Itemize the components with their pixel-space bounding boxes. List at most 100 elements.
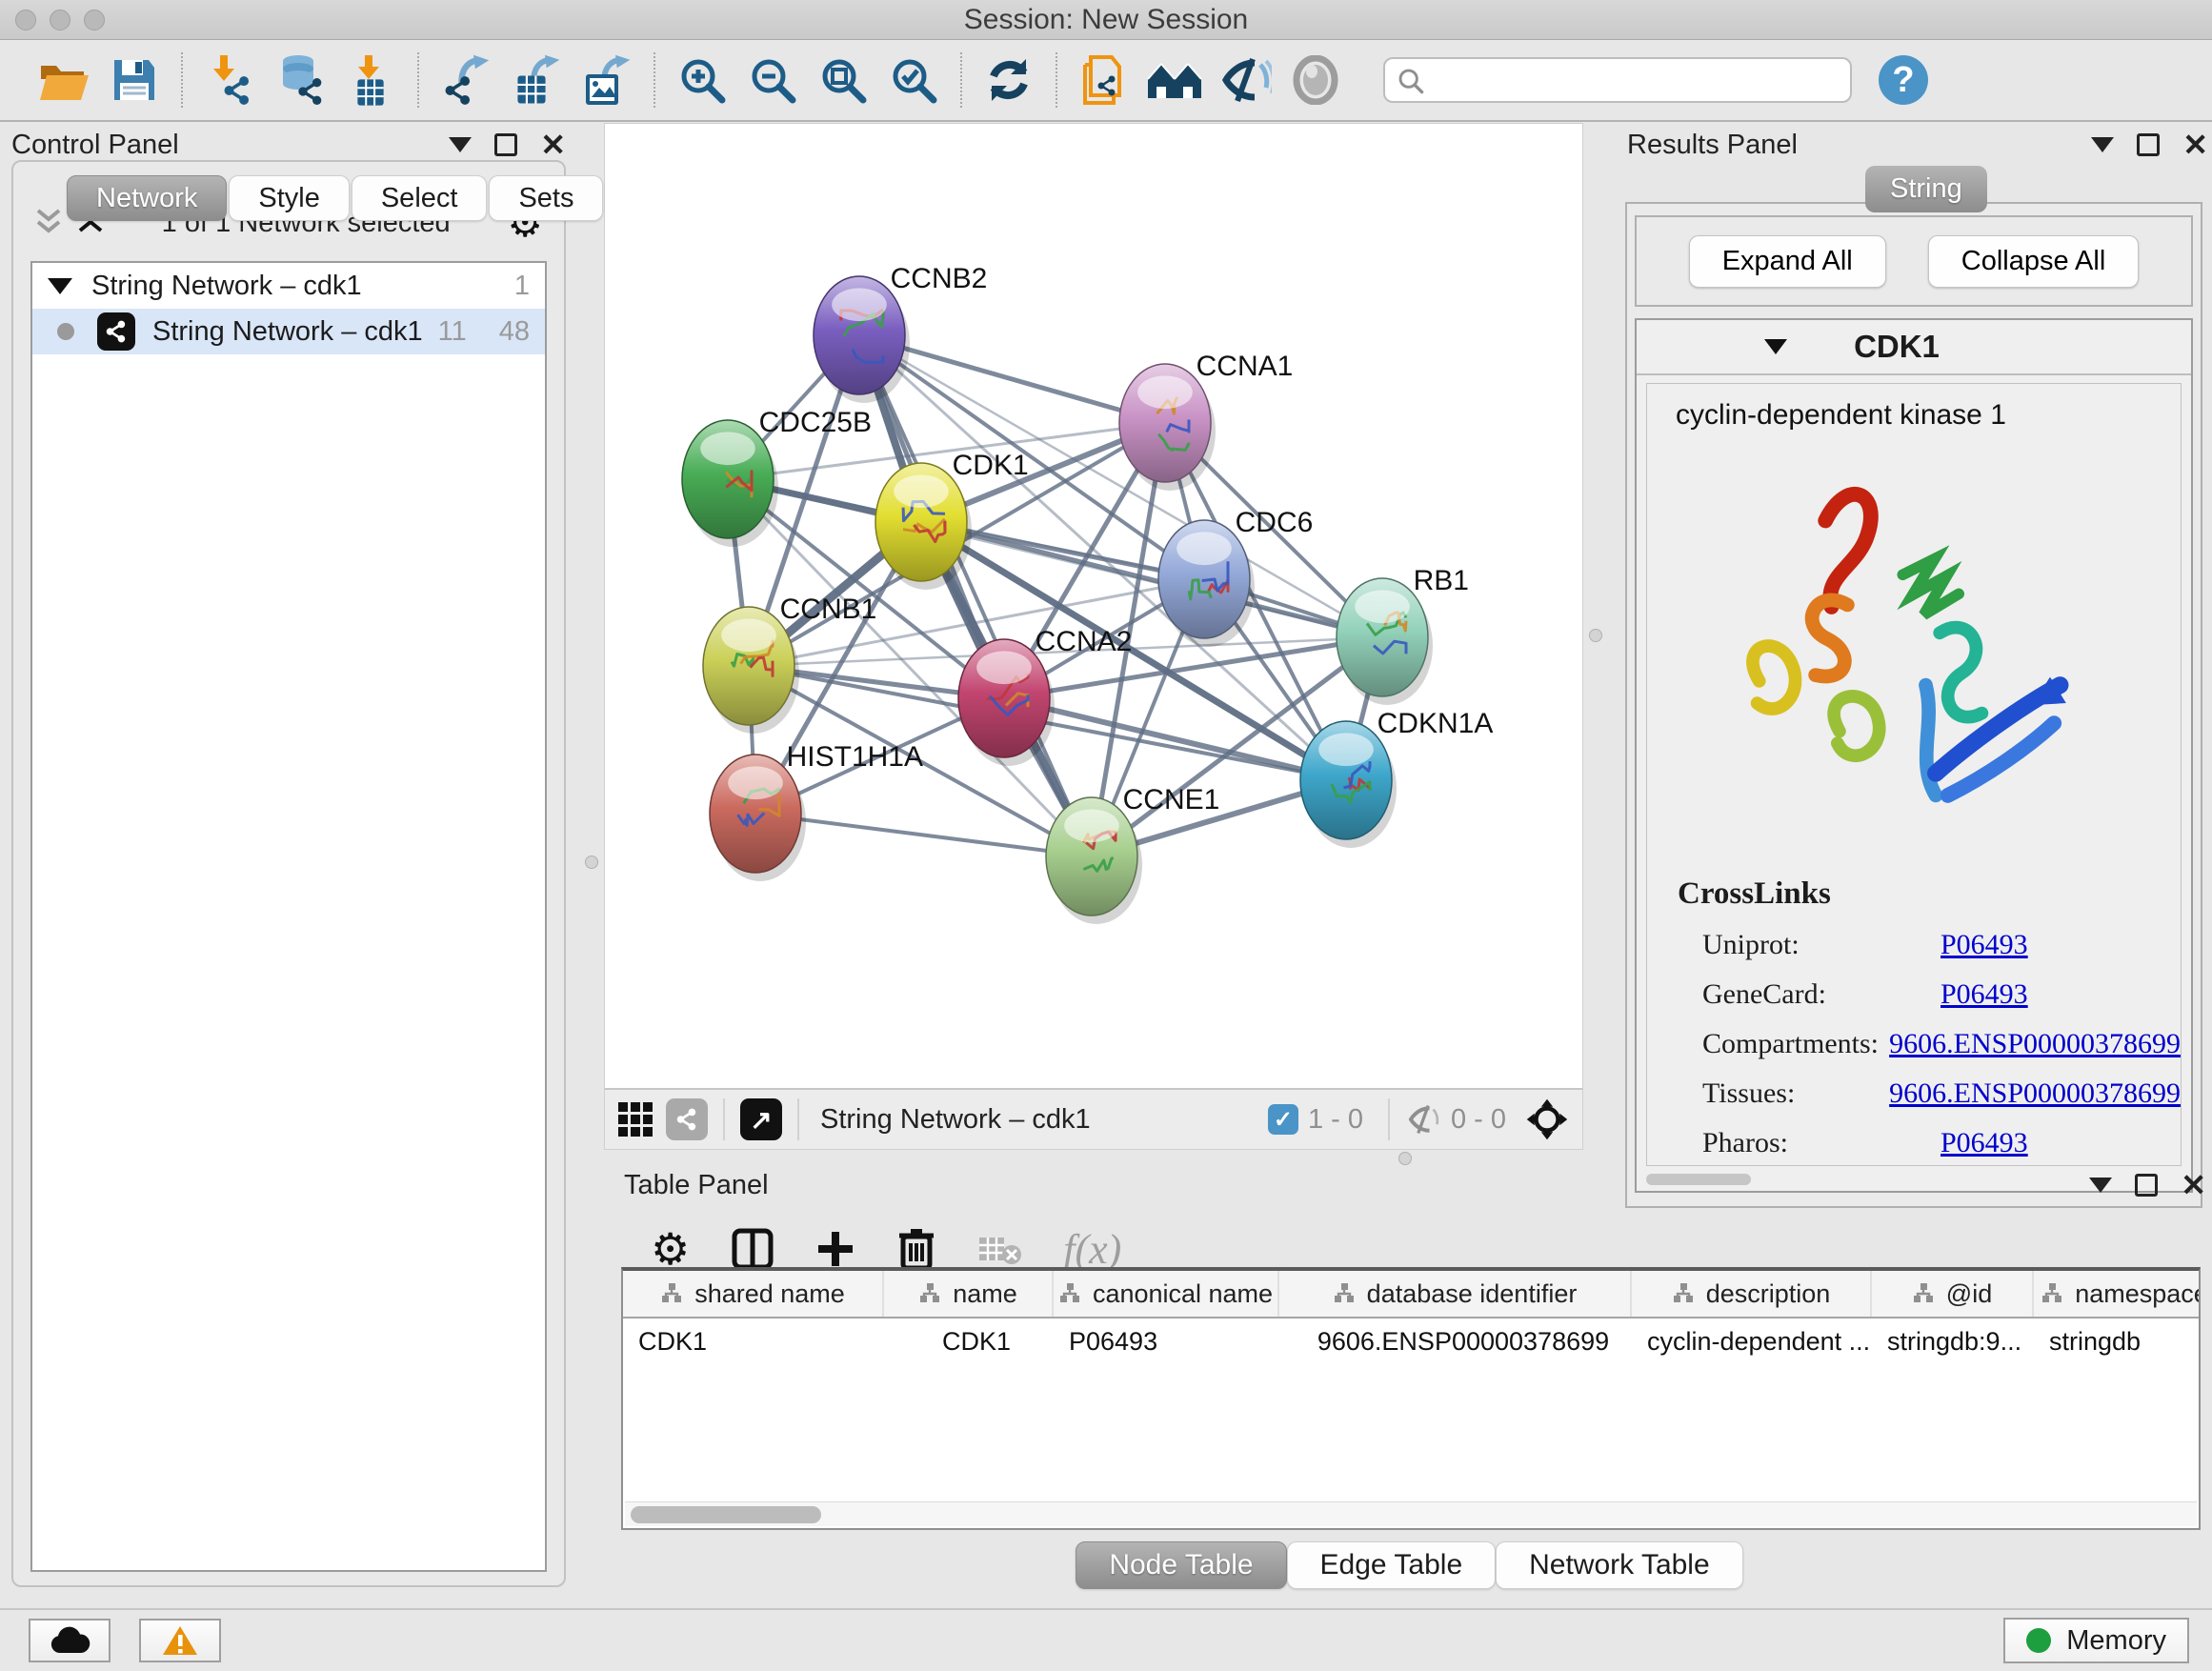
- search-input[interactable]: [1383, 57, 1852, 103]
- column-header-database-identifier[interactable]: database identifier: [1279, 1271, 1632, 1317]
- warning-status-button[interactable]: [139, 1619, 221, 1662]
- column-header-canonical-name[interactable]: canonical name: [1054, 1271, 1279, 1317]
- node-label: CCNB1: [780, 594, 877, 625]
- tree-expander-icon[interactable]: [48, 278, 72, 294]
- delete-column-icon[interactable]: [897, 1227, 935, 1271]
- crosslink-tissues-link[interactable]: 9606.ENSP00000378699: [1889, 1077, 2181, 1110]
- save-session-button[interactable]: [104, 50, 165, 111]
- tab-string[interactable]: String: [1865, 166, 1987, 212]
- cell-database-identifier[interactable]: 9606.ENSP00000378699: [1279, 1327, 1632, 1357]
- splitter-handle[interactable]: [1589, 629, 1602, 642]
- table-horizontal-scrollbar[interactable]: [625, 1501, 2197, 1526]
- tab-style[interactable]: Style: [229, 175, 349, 221]
- cell-shared-name[interactable]: CDK1: [623, 1327, 884, 1357]
- panel-menu-icon[interactable]: [449, 137, 472, 152]
- crosslink-pharos-link[interactable]: P06493: [1941, 1127, 2028, 1159]
- tab-network[interactable]: Network: [67, 175, 227, 221]
- open-session-button[interactable]: [33, 50, 94, 111]
- network-node[interactable]: CCNA2: [958, 626, 1132, 766]
- network-overview-icon[interactable]: [666, 1098, 708, 1140]
- grid-view-icon[interactable]: [618, 1102, 653, 1137]
- column-header-id[interactable]: @id: [1872, 1271, 2034, 1317]
- float-panel-icon[interactable]: [2135, 1174, 2158, 1197]
- import-network-from-file-button[interactable]: [199, 50, 260, 111]
- zoom-selected-button[interactable]: [883, 50, 944, 111]
- zoom-fit-button[interactable]: [813, 50, 874, 111]
- toolbar-separator: [960, 52, 962, 108]
- table-row[interactable]: CDK1 CDK1 P06493 9606.ENSP00000378699 cy…: [623, 1319, 2199, 1364]
- add-column-icon[interactable]: [815, 1229, 855, 1269]
- help-button[interactable]: ?: [1879, 55, 1928, 105]
- column-header-namespace[interactable]: namespace: [2034, 1271, 2201, 1317]
- tab-select[interactable]: Select: [352, 175, 488, 221]
- cell-canonical-name[interactable]: P06493: [1054, 1327, 1279, 1357]
- network-canvas[interactable]: CCNB2 CCNA1 CDC25BCDK1 CDC6RB1 CCNB1 CCNA2 CDK…: [605, 124, 1584, 1088]
- network-node[interactable]: CDK1: [875, 450, 1029, 590]
- import-network-from-database-button[interactable]: [270, 50, 331, 111]
- tab-sets[interactable]: Sets: [489, 175, 603, 221]
- show-columns-icon[interactable]: [732, 1228, 774, 1270]
- float-panel-icon[interactable]: [494, 133, 517, 156]
- expand-all-button[interactable]: Expand All: [1689, 235, 1886, 288]
- highlight-button[interactable]: [1285, 50, 1346, 111]
- hidden-eye-icon[interactable]: [1405, 1103, 1441, 1136]
- export-network-button[interactable]: [435, 50, 496, 111]
- close-panel-icon[interactable]: ✕: [2181, 1170, 2206, 1200]
- collapse-all-icon[interactable]: [34, 207, 63, 239]
- column-header-shared-name[interactable]: shared name: [623, 1271, 884, 1317]
- cell-id[interactable]: stringdb:9...: [1872, 1327, 2034, 1357]
- tab-edge-table[interactable]: Edge Table: [1287, 1541, 1497, 1589]
- import-table-from-file-button[interactable]: [340, 50, 401, 111]
- network-node[interactable]: CCNA1: [1119, 351, 1293, 491]
- cell-description[interactable]: cyclin-dependent ...: [1632, 1327, 1872, 1357]
- network-node[interactable]: HIST1H1A: [710, 741, 923, 881]
- network-node[interactable]: CDC6: [1158, 507, 1313, 647]
- scrollbar-thumb[interactable]: [631, 1506, 821, 1523]
- network-node[interactable]: CCNB1: [703, 594, 876, 734]
- crosslink-genecard-link[interactable]: P06493: [1941, 978, 2028, 1011]
- cell-name[interactable]: CDK1: [884, 1327, 1054, 1357]
- network-node[interactable]: RB1: [1337, 565, 1469, 705]
- node-label: CDC25B: [759, 407, 872, 438]
- collapse-entry-icon[interactable]: [1764, 339, 1787, 354]
- splitter-handle[interactable]: [585, 856, 598, 869]
- close-panel-icon[interactable]: ✕: [2182, 130, 2208, 160]
- column-header-description[interactable]: description: [1632, 1271, 1872, 1317]
- tab-network-table[interactable]: Network Table: [1496, 1541, 1743, 1589]
- column-header-name[interactable]: name: [884, 1271, 1054, 1317]
- copy-network-button[interactable]: [1074, 50, 1135, 111]
- refresh-button[interactable]: [978, 50, 1039, 111]
- tab-node-table[interactable]: Node Table: [1076, 1541, 1286, 1589]
- crosslink-compartments-link[interactable]: 9606.ENSP00000378699: [1889, 1028, 2181, 1060]
- show-hide-button[interactable]: [1215, 50, 1276, 111]
- selected-checkbox-icon[interactable]: ✓: [1268, 1104, 1298, 1135]
- node-result-header[interactable]: CDK1: [1637, 320, 2191, 375]
- network-edge[interactable]: [859, 335, 1092, 856]
- panel-menu-icon[interactable]: [2089, 1178, 2112, 1193]
- birds-eye-icon[interactable]: [1525, 1097, 1569, 1141]
- collapse-all-button[interactable]: Collapse All: [1928, 235, 2140, 288]
- network-collection-row[interactable]: String Network – cdk1 1: [32, 263, 545, 309]
- crosslink-uniprot-link[interactable]: P06493: [1941, 929, 2028, 961]
- network-node[interactable]: CCNB2: [814, 263, 987, 403]
- column-type-icon: [1333, 1282, 1356, 1305]
- export-image-button[interactable]: [576, 50, 637, 111]
- zoom-out-button[interactable]: [742, 50, 803, 111]
- memory-button[interactable]: Memory: [2003, 1618, 2189, 1663]
- export-table-button[interactable]: [506, 50, 567, 111]
- cell-namespace[interactable]: stringdb: [2034, 1327, 2201, 1357]
- table-settings-gear-icon[interactable]: ⚙: [651, 1227, 690, 1271]
- search-icon: [1397, 67, 1425, 95]
- first-neighbors-button[interactable]: [1144, 50, 1205, 111]
- close-panel-icon[interactable]: ✕: [540, 130, 566, 160]
- cloud-status-button[interactable]: [29, 1619, 111, 1662]
- network-node[interactable]: CDC25B: [682, 407, 872, 547]
- splitter-handle[interactable]: [1398, 1152, 1412, 1165]
- network-row-selected[interactable]: String Network – cdk1 11 48: [32, 309, 545, 354]
- zoom-in-button[interactable]: [672, 50, 733, 111]
- detach-view-icon[interactable]: ↗: [740, 1098, 782, 1140]
- float-panel-icon[interactable]: [2137, 133, 2160, 156]
- network-node[interactable]: CDKN1A: [1300, 708, 1493, 848]
- panel-menu-icon[interactable]: [2091, 137, 2114, 152]
- network-node[interactable]: CCNE1: [1046, 784, 1219, 924]
